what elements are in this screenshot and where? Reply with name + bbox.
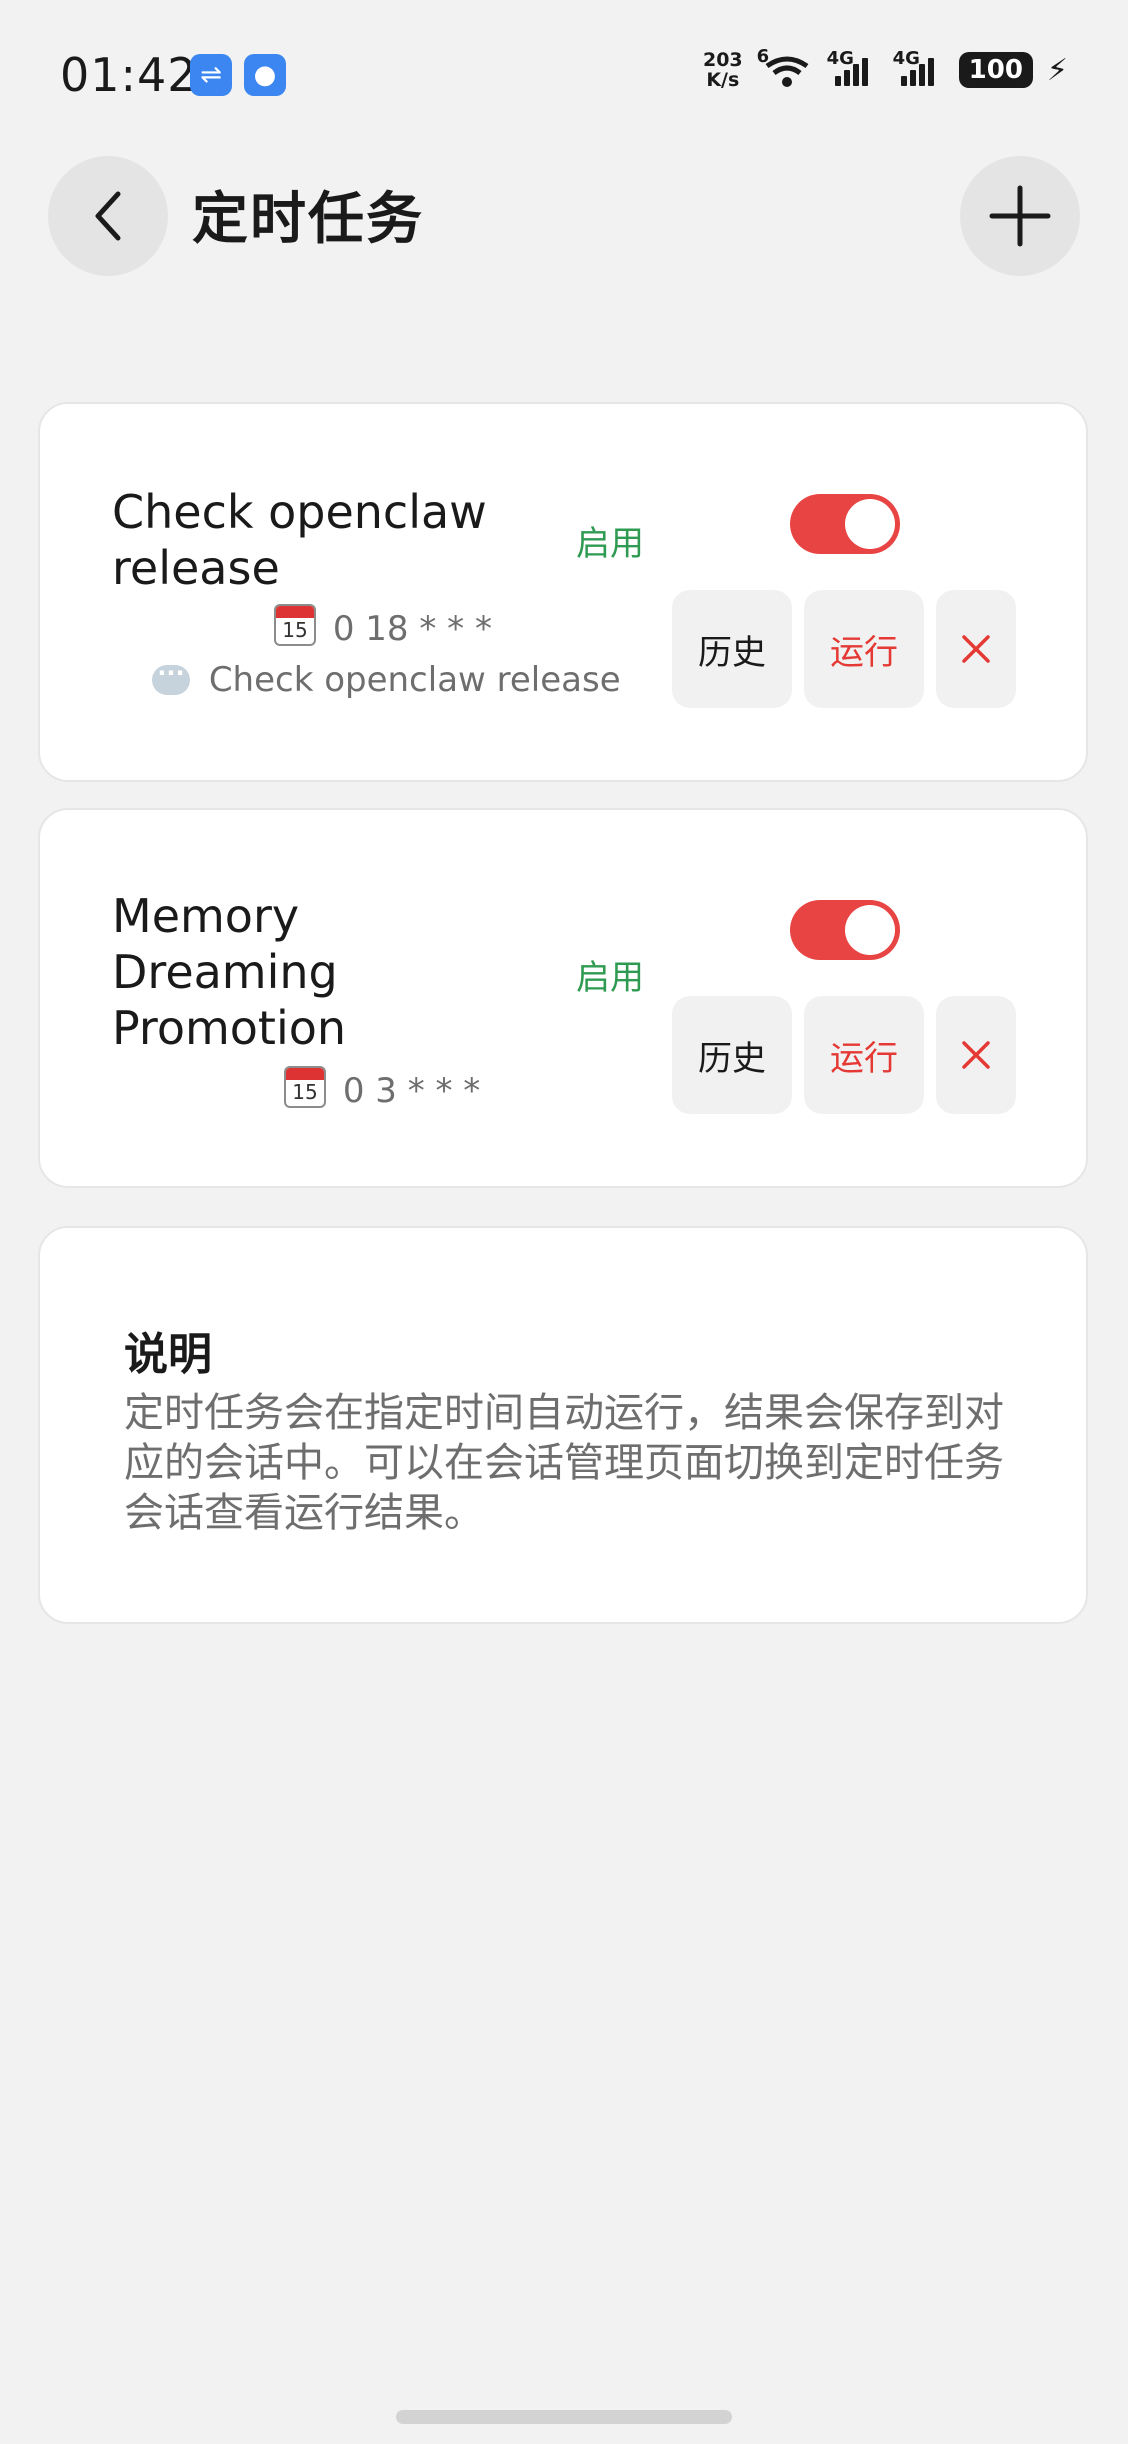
- speed-value: 203: [702, 49, 743, 71]
- calendar-icon: 15: [284, 1066, 326, 1108]
- status-label: 启用: [576, 958, 644, 998]
- status-indicators: 203 K/s 6 4G 4G 100 ⚡: [703, 46, 1068, 90]
- schedule-row: 15 0 18 * * *: [274, 604, 492, 649]
- usb-icon: ⇌: [190, 54, 232, 96]
- run-button[interactable]: 运行: [804, 590, 924, 708]
- close-icon: [962, 1041, 990, 1069]
- enable-toggle[interactable]: [790, 494, 900, 554]
- message-icon: ●: [244, 54, 286, 96]
- schedule-text: 0 18 * * *: [332, 609, 492, 649]
- info-card: 说明 定时任务会在指定时间自动运行，结果会保存到对应的会话中。可以在会话管理页面…: [38, 1226, 1088, 1624]
- calendar-day: 15: [292, 1080, 318, 1104]
- delete-button[interactable]: [936, 590, 1016, 708]
- status-label: 启用: [576, 524, 644, 564]
- battery-indicator: 100: [958, 52, 1033, 88]
- wifi-tag: 6: [756, 46, 770, 67]
- sim2-tag: 4G: [892, 48, 920, 69]
- info-text: 定时任务会在指定时间自动运行，结果会保存到对应的会话中。可以在会话管理页面切换到…: [124, 1390, 1004, 1536]
- chevron-left-icon: [95, 191, 121, 241]
- task-card: Check openclaw release 启用 15 0 18 * * * …: [38, 402, 1088, 782]
- status-time: 01:42: [60, 48, 198, 102]
- add-task-button[interactable]: [960, 156, 1080, 276]
- enable-toggle[interactable]: [790, 900, 900, 960]
- speech-bubble-icon: [152, 659, 190, 695]
- sim1-tag: 4G: [826, 48, 854, 69]
- calendar-icon: 15: [274, 604, 316, 646]
- task-name: Check openclaw release: [112, 485, 487, 595]
- back-button[interactable]: [48, 156, 168, 276]
- signal-icon-sim1: 4G: [827, 48, 879, 86]
- toggle-knob: [845, 905, 895, 955]
- history-button[interactable]: 历史: [672, 996, 792, 1114]
- charging-icon: ⚡: [1046, 52, 1068, 88]
- message-row: Check openclaw release: [152, 659, 621, 700]
- delete-button[interactable]: [936, 996, 1016, 1114]
- task-name: Memory Dreaming Promotion: [112, 889, 347, 1055]
- signal-icon-sim2: 4G: [893, 48, 945, 86]
- home-indicator[interactable]: [396, 2410, 732, 2424]
- wifi-icon: 6: [757, 46, 813, 88]
- close-icon: [962, 635, 990, 663]
- page-title: 定时任务: [192, 187, 424, 252]
- calendar-day: 15: [282, 618, 308, 642]
- speed-unit: K/s: [706, 69, 740, 91]
- history-button[interactable]: 历史: [672, 590, 792, 708]
- task-card: Memory Dreaming Promotion 启用 15 0 3 * * …: [38, 808, 1088, 1188]
- plus-icon: [989, 185, 1051, 247]
- schedule-text: 0 3 * * *: [342, 1071, 481, 1111]
- toggle-knob: [845, 499, 895, 549]
- message-text: Check openclaw release: [208, 660, 621, 700]
- schedule-row: 15 0 3 * * *: [284, 1066, 480, 1111]
- run-button[interactable]: 运行: [804, 996, 924, 1114]
- status-bar: 01:42 ⇌ ● 203 K/s 6 4G 4G 100 ⚡: [0, 0, 1128, 140]
- info-title: 说明: [124, 1329, 212, 1380]
- network-speed: 203 K/s: [703, 50, 743, 90]
